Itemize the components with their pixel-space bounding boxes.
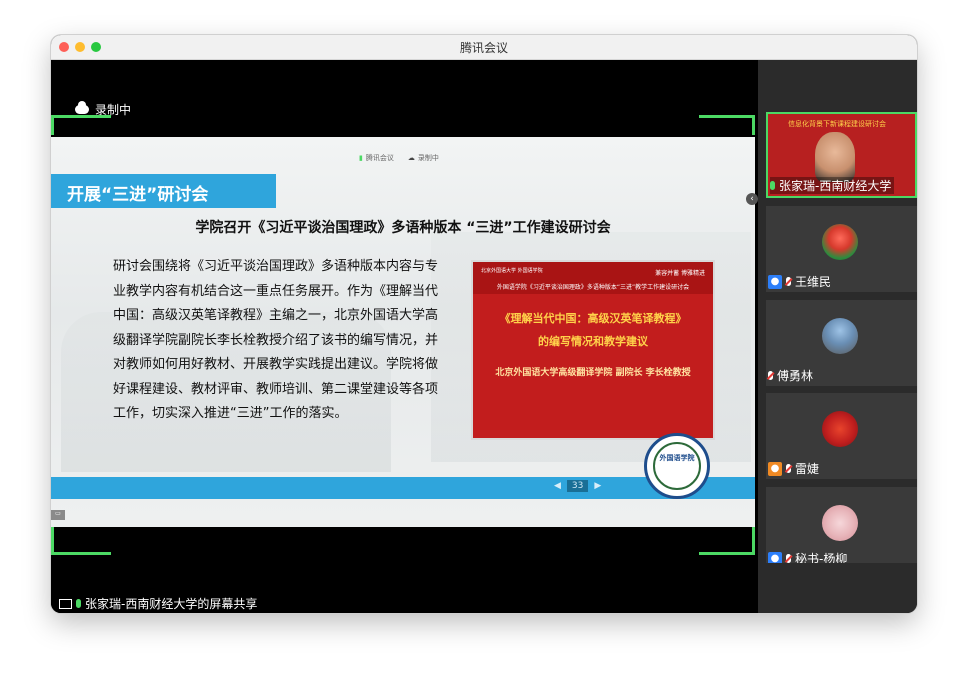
- participant-tile[interactable]: ● 秘书-杨柳: [766, 487, 917, 563]
- avatar: [822, 224, 858, 260]
- participant-tile[interactable]: 信息化背景下新课程建设研讨会 张家瑞-西南财经大学: [766, 112, 917, 198]
- corner-marker: [699, 552, 755, 555]
- seal-ring: [653, 442, 701, 490]
- participant-name: 张家瑞-西南财经大学: [779, 179, 892, 193]
- user-icon: ●: [768, 461, 782, 476]
- presentation-slide: ▮ 腾讯会议 ☁ 录制中 开展“三进”研讨会 学院召开《习近平谈治国理政》多语种版本…: [51, 137, 755, 527]
- inset-header-line: 外国语学院《习近平谈治国理政》多语种版本“三进”教学工作建设研讨会: [496, 284, 690, 291]
- cloud-icon: [75, 101, 89, 114]
- share-label: 张家瑞-西南财经大学的屏幕共享: [85, 597, 258, 611]
- inset-slide-photo: 北京外国语大学 外国语学院 兼容并蓄 博雅精进 外国语学院《习近平谈治国理政》多…: [471, 260, 715, 440]
- participant-name: 傅勇林: [777, 369, 814, 383]
- seal-text: 外国语学院: [659, 454, 695, 462]
- slide-page-nav: ◀ 33 ▶: [554, 480, 601, 492]
- page-number: 33: [566, 480, 589, 492]
- nested-recording-label: 录制中: [417, 154, 439, 162]
- slide-body: 研讨会围绕将《习近平谈治国理政》多语种版本内容与专业教学内容有机结合这一重点任务…: [113, 259, 439, 421]
- corner-marker: [51, 552, 111, 555]
- mic-muted-icon: [786, 464, 791, 473]
- mic-active-icon: [76, 599, 81, 608]
- inset-motto: 兼容并蓄 博雅精进: [655, 270, 705, 277]
- inset-title-line2: 的编写情况和教学建议: [538, 335, 648, 348]
- participant-gallery: 信息化背景下新课程建设研讨会 张家瑞-西南财经大学 ● 王维民 傅勇林 ● 雷婕…: [758, 60, 917, 613]
- inset-title: 《理解当代中国：高级汉英笔译教程》: [499, 312, 687, 325]
- slide-heading: 开展“三进”研讨会: [67, 185, 209, 205]
- next-slide-icon[interactable]: ▶: [594, 481, 601, 491]
- inset-logo: 北京外国语大学 外国语学院: [481, 268, 543, 274]
- university-seal-logo: 外国语学院: [644, 433, 710, 499]
- mic-active-icon: [770, 181, 775, 190]
- corner-marker: [51, 115, 54, 135]
- title-bar: 腾讯会议: [51, 35, 917, 60]
- speaker-video: [815, 132, 855, 182]
- shared-screen[interactable]: 录制中 ▮ 腾讯会议 ☁ 录制中 开展“三进”研讨会 学院召开《习近平谈治国理政》多…: [51, 60, 758, 613]
- participant-name: 王维民: [795, 275, 832, 289]
- participant-tile[interactable]: ● 雷婕: [766, 393, 917, 479]
- inset-author: 北京外国语大学高级翻译学院 副院长 李长栓教授: [495, 368, 691, 378]
- user-icon: ●: [768, 274, 782, 289]
- meeting-window: 腾讯会议 录制中 ▮ 腾讯会议 ☁ 录制中 开展“三进”研讨会 学院召开《习近平谈治…: [51, 35, 917, 613]
- participant-tile[interactable]: ● 王维民: [766, 206, 917, 292]
- left-edge-handle[interactable]: ▭: [51, 510, 65, 520]
- corner-marker: [752, 115, 755, 135]
- corner-marker: [699, 115, 755, 118]
- speaker-background-text: 信息化背景下新课程建设研讨会: [788, 120, 886, 128]
- nested-meeting-bar: ▮ 腾讯会议 ☁ 录制中: [359, 154, 439, 162]
- screen-share-icon: [59, 598, 72, 609]
- collapse-gallery-icon[interactable]: ‹: [746, 193, 758, 205]
- user-icon: ●: [768, 551, 782, 563]
- avatar: [822, 505, 858, 541]
- mic-muted-icon: [786, 554, 791, 563]
- mic-muted-icon: [786, 277, 791, 286]
- corner-marker: [51, 115, 111, 118]
- avatar: [822, 411, 858, 447]
- prev-slide-icon[interactable]: ◀: [554, 481, 561, 491]
- slide-subtitle: 学院召开《习近平谈治国理政》多语种版本 “三进”工作建设研讨会: [195, 220, 611, 236]
- share-status-bar: 张家瑞-西南财经大学的屏幕共享: [51, 590, 758, 613]
- mic-muted-icon: [768, 371, 773, 380]
- participant-name: 秘书-杨柳: [795, 552, 848, 563]
- window-title: 腾讯会议: [459, 41, 508, 55]
- avatar: [822, 318, 858, 354]
- participant-tile[interactable]: 傅勇林: [766, 300, 917, 386]
- participant-name: 雷婕: [795, 462, 820, 476]
- nested-app-label: 腾讯会议: [365, 154, 394, 162]
